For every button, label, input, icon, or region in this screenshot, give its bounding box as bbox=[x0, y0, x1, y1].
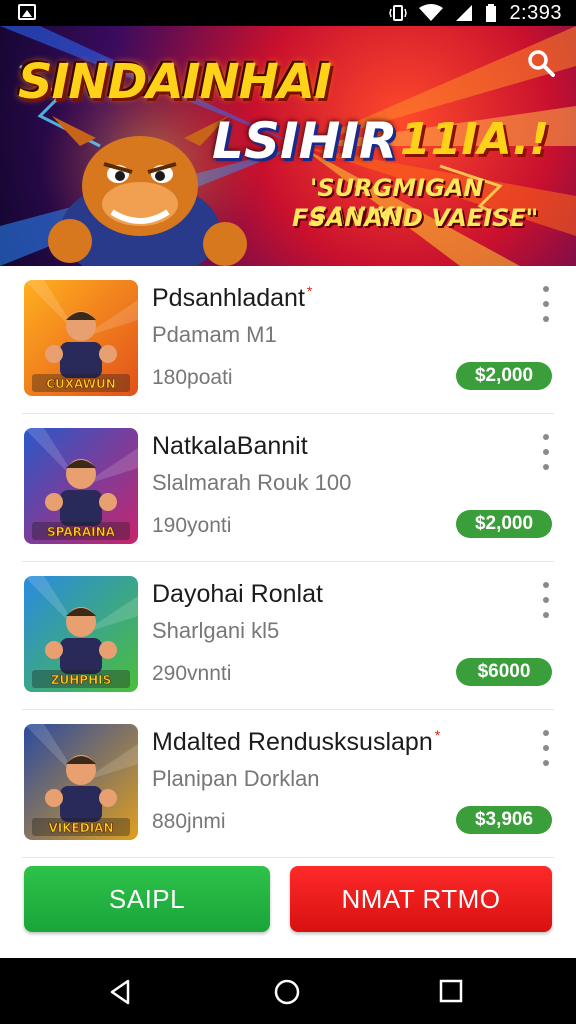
item-title: Pdsanhladant * bbox=[152, 283, 313, 312]
banner-title: SINDAINHAI bbox=[18, 54, 332, 110]
gallery-icon bbox=[18, 4, 36, 20]
banner-number: 11IA.! bbox=[400, 114, 550, 165]
status-icons: 2:393 bbox=[389, 2, 562, 24]
thumb-caption: SPARAINA bbox=[47, 525, 116, 539]
navigation-bar bbox=[0, 958, 576, 1024]
item-meta: 880jnmi bbox=[152, 810, 226, 833]
item-thumbnail[interactable]: SPARAINA bbox=[24, 428, 138, 544]
star-icon: * bbox=[434, 727, 441, 743]
green-action-button[interactable]: SAIPL bbox=[24, 866, 270, 932]
item-title: NatkalaBannit bbox=[152, 432, 308, 460]
item-thumbnail[interactable]: CUXAWUN bbox=[24, 280, 138, 396]
item-title: Mdalted Rendusksuslapn * bbox=[152, 727, 441, 756]
item-title: Dayohai Ronlat bbox=[152, 580, 323, 608]
status-time: 2:393 bbox=[509, 1, 562, 24]
list-item[interactable]: CUXAWUN Pdsanhladant * Pdamam M1 180poati… bbox=[0, 266, 576, 414]
vibrate-icon bbox=[389, 5, 408, 21]
search-icon[interactable] bbox=[526, 48, 556, 78]
thumb-caption: ZUHPHIS bbox=[51, 673, 111, 687]
thumb-caption: VIKEDIAN bbox=[48, 821, 113, 835]
banner-tagline-2: FSANAND VAEISE" bbox=[292, 204, 539, 232]
more-options-icon[interactable] bbox=[536, 582, 556, 618]
item-thumbnail[interactable]: ZUHPHIS bbox=[24, 576, 138, 692]
banner-subtitle: LSIHIR bbox=[212, 112, 398, 170]
battery-icon bbox=[486, 4, 497, 22]
price-badge[interactable]: $6000 bbox=[456, 658, 552, 686]
list-item[interactable]: SPARAINA NatkalaBannit Slalmarah Rouk 10… bbox=[0, 414, 576, 562]
price-badge[interactable]: $2,000 bbox=[456, 362, 552, 390]
wifi-icon bbox=[419, 4, 444, 21]
item-meta: 290vnnti bbox=[152, 662, 232, 685]
price-badge[interactable]: $3,906 bbox=[456, 806, 552, 834]
promo-banner[interactable]: SINDAINHAI LSIHIR 11IA.! 'SURGMIGAN SANI… bbox=[0, 26, 576, 266]
back-icon[interactable] bbox=[106, 978, 134, 1006]
item-meta: 190yonti bbox=[152, 514, 232, 537]
status-bar: 2:393 bbox=[0, 0, 576, 26]
thumb-caption: CUXAWUN bbox=[46, 377, 116, 391]
more-options-icon[interactable] bbox=[536, 730, 556, 766]
item-thumbnail[interactable]: VIKEDIAN bbox=[24, 724, 138, 840]
item-subtitle: Planipan Dorklan bbox=[152, 766, 320, 791]
item-subtitle: Slalmarah Rouk 100 bbox=[152, 470, 352, 495]
recents-icon[interactable] bbox=[438, 978, 464, 1004]
item-meta: 180poati bbox=[152, 366, 233, 389]
divider bbox=[22, 857, 554, 858]
list-item[interactable]: ZUHPHIS Dayohai Ronlat Sharlgani kl5 290… bbox=[0, 562, 576, 710]
star-icon: * bbox=[306, 283, 313, 299]
home-icon[interactable] bbox=[272, 978, 302, 1008]
list-item[interactable]: VIKEDIAN Mdalted Rendusksuslapn * Planipa… bbox=[0, 710, 576, 858]
signal-icon bbox=[456, 5, 473, 21]
more-options-icon[interactable] bbox=[536, 286, 556, 322]
item-subtitle: Sharlgani kl5 bbox=[152, 618, 280, 643]
item-subtitle: Pdamam M1 bbox=[152, 322, 277, 347]
price-badge[interactable]: $2,000 bbox=[456, 510, 552, 538]
red-action-button[interactable]: NMAT RTMO bbox=[290, 866, 552, 932]
more-options-icon[interactable] bbox=[536, 434, 556, 470]
